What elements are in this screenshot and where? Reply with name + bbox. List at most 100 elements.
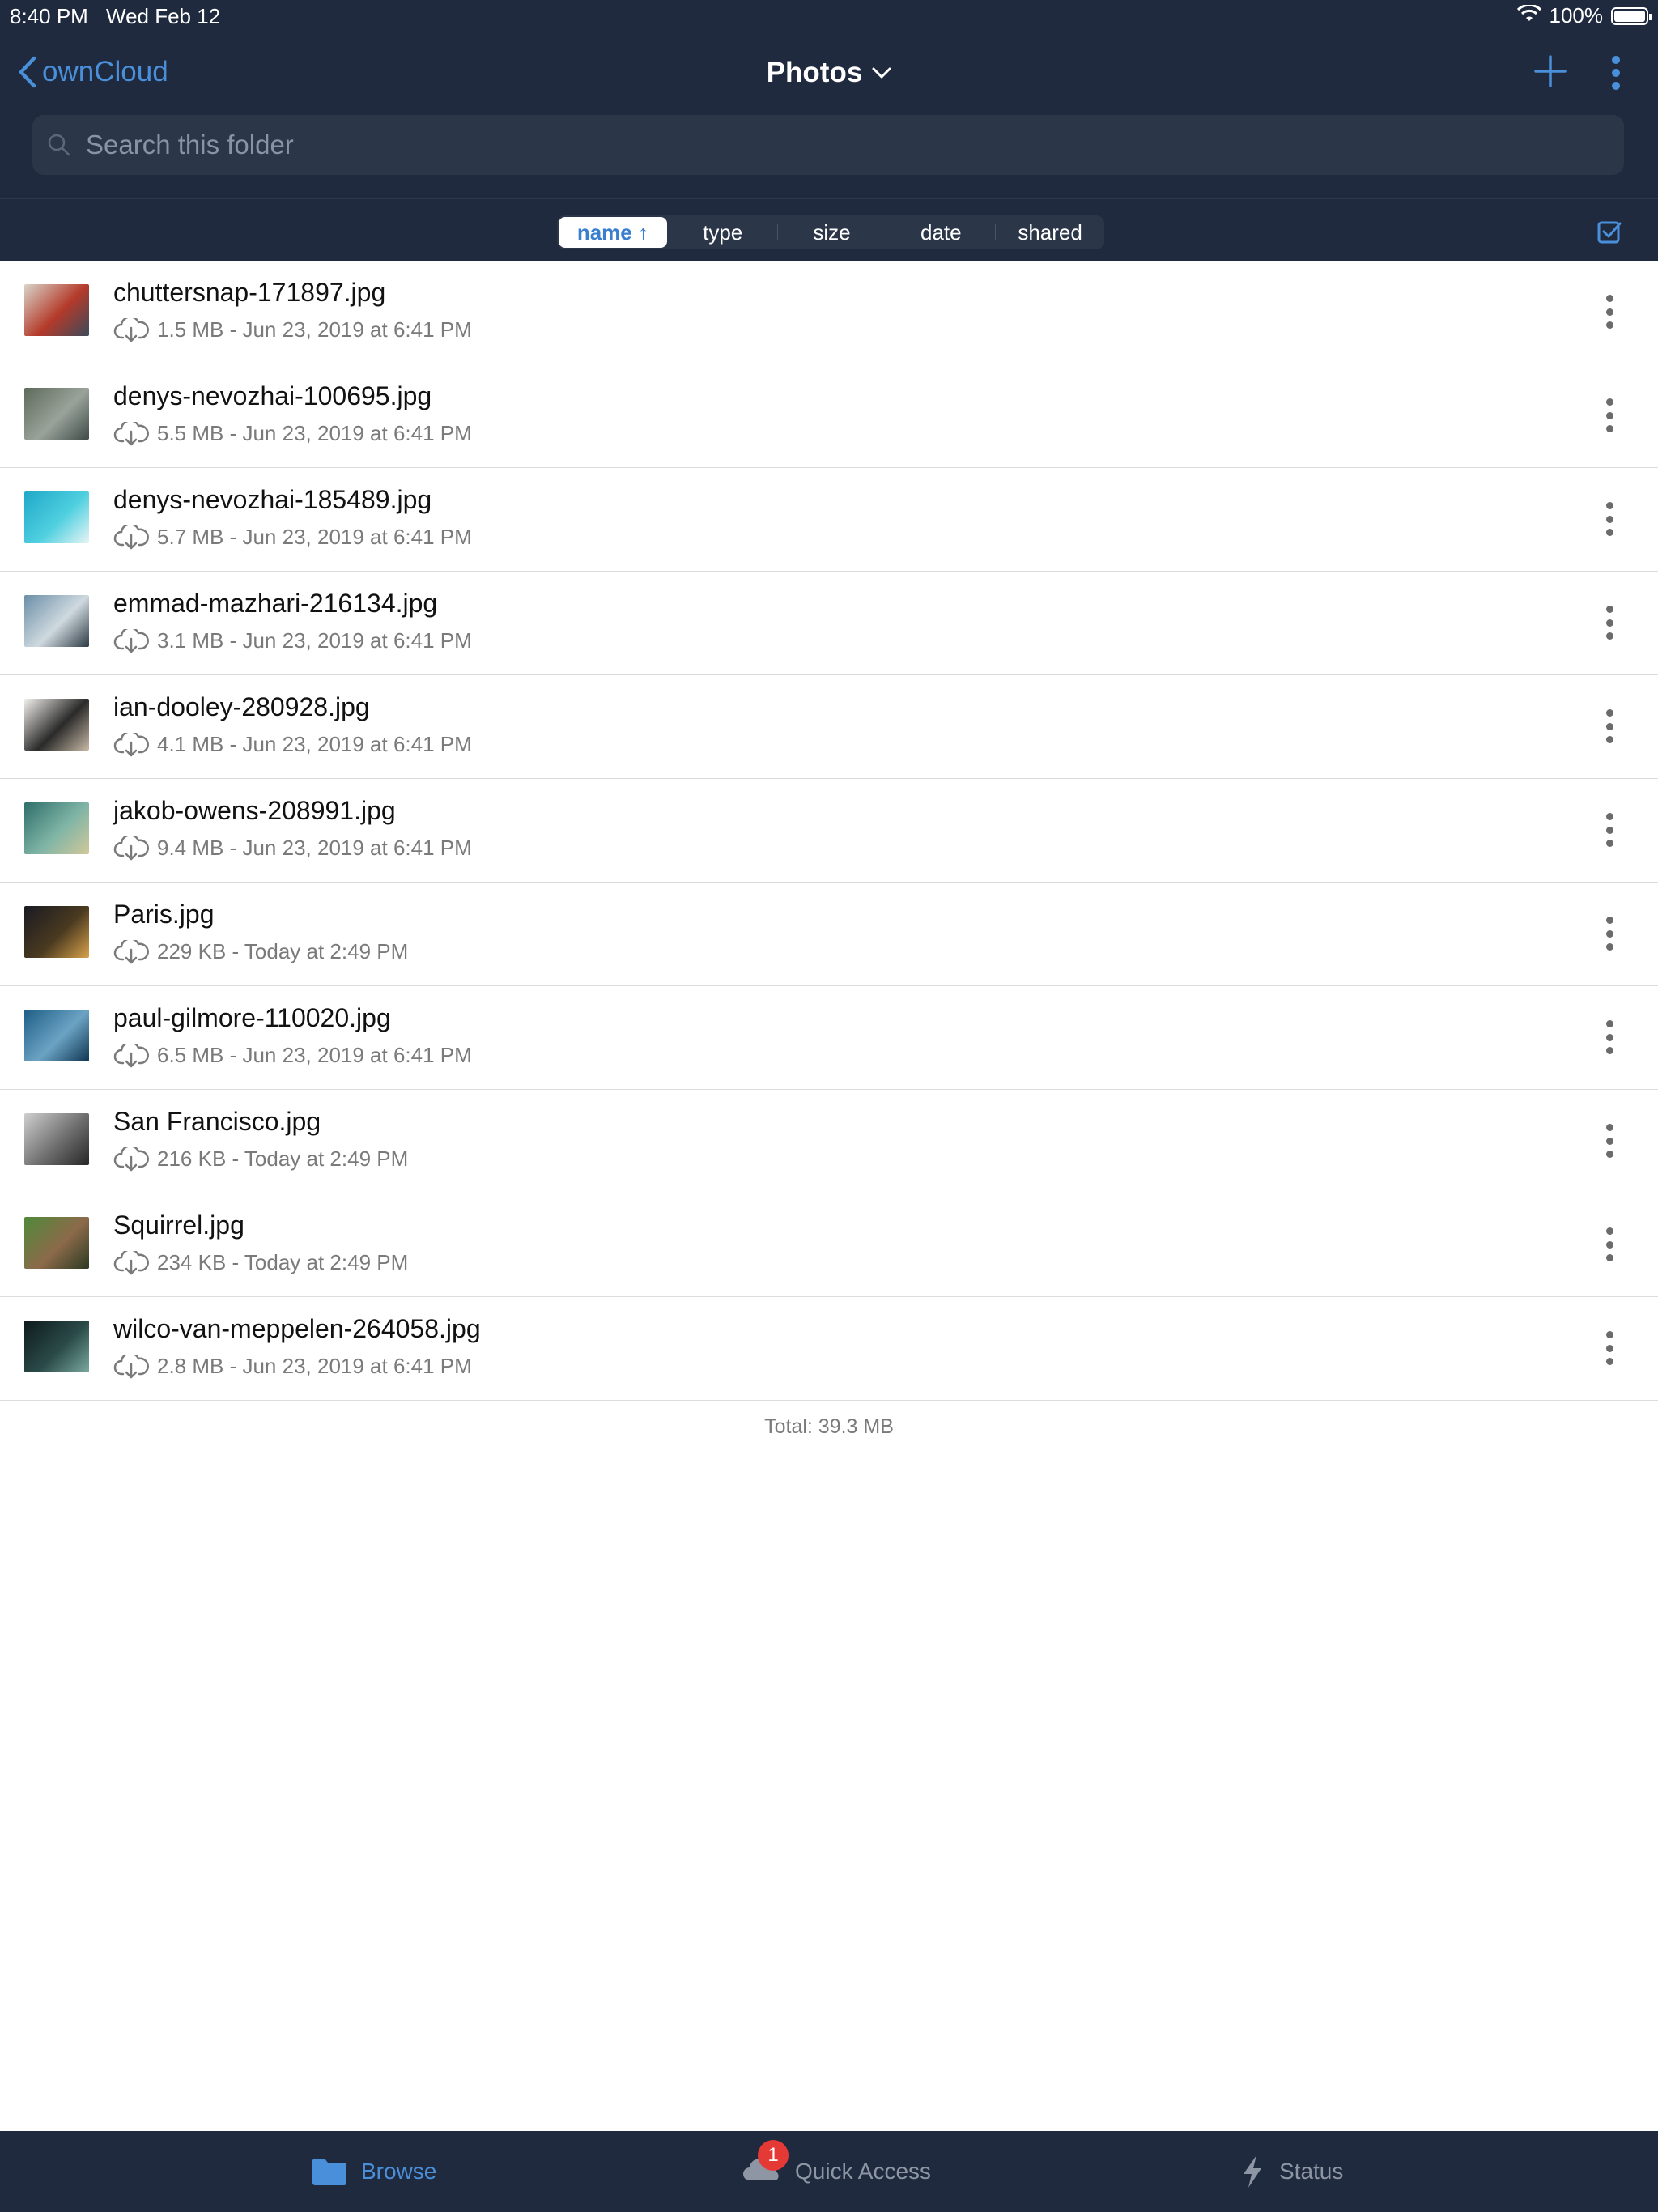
sort-option-date[interactable]: date — [886, 217, 995, 248]
sort-option-name[interactable]: name ↑ — [559, 217, 667, 248]
cloud-download-icon — [113, 317, 149, 342]
dot — [1605, 295, 1613, 302]
dot — [1605, 529, 1613, 536]
checkbox-icon — [1597, 221, 1622, 244]
file-name: Paris.jpg — [113, 900, 215, 929]
folder-title-menu[interactable]: Photos — [767, 57, 892, 89]
cloud-download-icon — [113, 836, 149, 860]
file-name: ian-dooley-280928.jpg — [113, 692, 370, 721]
dot — [1605, 813, 1613, 820]
file-meta: 229 KB - Today at 2:49 PM — [113, 939, 408, 964]
top-bar: 8:40 PM Wed Feb 12 100% ownCloud Photos — [0, 0, 1658, 261]
file-row[interactable]: San Francisco.jpg 216 KB - Today at 2:49 … — [0, 1090, 1658, 1193]
dot — [1605, 515, 1613, 523]
battery-percent: 100% — [1549, 3, 1604, 28]
file-thumbnail — [24, 1010, 89, 1061]
sort-bar: name ↑ type size date shared — [0, 198, 1658, 262]
sort-option-type[interactable]: type — [669, 217, 777, 248]
file-more-button[interactable] — [1595, 1015, 1624, 1059]
more-options-button[interactable] — [1609, 55, 1622, 95]
tab-browse[interactable]: Browse — [311, 2131, 436, 2212]
file-row[interactable]: Squirrel.jpg 234 KB - Today at 2:49 PM — [0, 1193, 1658, 1297]
file-details: 229 KB - Today at 2:49 PM — [157, 939, 409, 963]
dot — [1605, 321, 1613, 329]
dot — [1605, 943, 1613, 951]
dot — [1605, 1240, 1613, 1249]
file-more-button[interactable] — [1595, 912, 1624, 955]
file-thumbnail — [24, 1217, 89, 1269]
file-more-button[interactable] — [1595, 704, 1624, 748]
file-thumbnail — [24, 1321, 89, 1372]
dot — [1605, 502, 1613, 509]
file-meta: 234 KB - Today at 2:49 PM — [113, 1250, 408, 1275]
cloud-download-icon — [113, 525, 149, 549]
file-row[interactable]: jakob-owens-208991.jpg 9.4 MB - Jun 23, 2… — [0, 779, 1658, 883]
file-details: 5.5 MB - Jun 23, 2019 at 6:41 PM — [157, 421, 472, 445]
file-thumbnail — [24, 802, 89, 854]
file-row[interactable]: denys-nevozhai-185489.jpg 5.7 MB - Jun 23… — [0, 468, 1658, 572]
dot — [1605, 1331, 1613, 1338]
dot — [1605, 1358, 1613, 1365]
dot — [1605, 308, 1613, 316]
wifi-icon — [1516, 3, 1541, 28]
file-more-button[interactable] — [1595, 393, 1624, 437]
status-bar: 8:40 PM Wed Feb 12 100% — [0, 0, 1658, 32]
file-thumbnail — [24, 595, 89, 647]
navigation-bar: ownCloud Photos — [0, 32, 1658, 113]
chevron-down-icon — [872, 67, 891, 79]
file-row[interactable]: Paris.jpg 229 KB - Today at 2:49 PM — [0, 883, 1658, 986]
dot — [1605, 1151, 1613, 1158]
file-name: San Francisco.jpg — [113, 1107, 321, 1136]
file-row[interactable]: chuttersnap-171897.jpg 1.5 MB - Jun 23, 2… — [0, 261, 1658, 364]
dot — [1605, 632, 1613, 640]
dot — [1605, 619, 1613, 627]
file-more-button[interactable] — [1595, 1326, 1624, 1370]
sort-option-shared[interactable]: shared — [996, 217, 1104, 248]
file-row[interactable]: paul-gilmore-110020.jpg 6.5 MB - Jun 23, … — [0, 986, 1658, 1090]
dot — [1605, 1137, 1613, 1145]
file-more-button[interactable] — [1595, 1223, 1624, 1266]
file-details: 216 KB - Today at 2:49 PM — [157, 1146, 409, 1171]
dot — [1605, 929, 1613, 938]
battery-icon — [1611, 6, 1652, 25]
file-details: 5.7 MB - Jun 23, 2019 at 6:41 PM — [157, 525, 472, 549]
tab-quick-access-label: Quick Access — [795, 2159, 932, 2184]
file-more-button[interactable] — [1595, 808, 1624, 852]
add-button[interactable] — [1534, 55, 1567, 91]
file-more-button[interactable] — [1595, 497, 1624, 541]
file-more-button[interactable] — [1595, 290, 1624, 334]
file-details: 9.4 MB - Jun 23, 2019 at 6:41 PM — [157, 836, 472, 860]
file-row[interactable]: ian-dooley-280928.jpg 4.1 MB - Jun 23, 20… — [0, 675, 1658, 779]
file-more-button[interactable] — [1595, 1119, 1624, 1163]
file-more-button[interactable] — [1595, 601, 1624, 644]
cloud-download-icon — [113, 628, 149, 653]
dot — [1605, 840, 1613, 847]
quick-access-icon-wrap: 1 — [742, 2139, 789, 2189]
file-meta: 5.5 MB - Jun 23, 2019 at 6:41 PM — [113, 421, 472, 446]
search-placeholder: Search this folder — [86, 130, 294, 160]
file-meta: 1.5 MB - Jun 23, 2019 at 6:41 PM — [113, 317, 472, 342]
file-thumbnail — [24, 284, 89, 336]
file-meta: 216 KB - Today at 2:49 PM — [113, 1146, 408, 1172]
tab-quick-access[interactable]: 1 Quick Access — [742, 2131, 931, 2212]
dot — [1605, 1033, 1613, 1041]
dot — [1605, 1227, 1613, 1235]
status-time: 8:40 PM — [10, 4, 88, 28]
file-row[interactable]: emmad-mazhari-216134.jpg 3.1 MB - Jun 23,… — [0, 572, 1658, 675]
file-list: chuttersnap-171897.jpg 1.5 MB - Jun 23, 2… — [0, 261, 1658, 1439]
tab-status-label: Status — [1279, 2159, 1344, 2184]
file-name: wilco-van-meppelen-264058.jpg — [113, 1314, 481, 1343]
cloud-download-icon — [113, 1354, 149, 1378]
multi-select-button[interactable] — [1596, 219, 1622, 249]
sort-option-size[interactable]: size — [778, 217, 886, 248]
file-row[interactable]: wilco-van-meppelen-264058.jpg 2.8 MB - Ju… — [0, 1297, 1658, 1401]
tab-status[interactable]: Status — [1239, 2131, 1343, 2212]
tab-bar: Browse 1 Quick Access Status — [0, 2131, 1658, 2212]
quick-access-badge: 1 — [758, 2139, 789, 2171]
cloud-download-icon — [113, 421, 149, 445]
cloud-download-icon — [113, 1146, 149, 1171]
file-name: paul-gilmore-110020.jpg — [113, 1003, 391, 1032]
file-name: denys-nevozhai-185489.jpg — [113, 485, 432, 514]
file-row[interactable]: denys-nevozhai-100695.jpg 5.5 MB - Jun 23… — [0, 364, 1658, 468]
search-input[interactable]: Search this folder — [32, 115, 1624, 175]
